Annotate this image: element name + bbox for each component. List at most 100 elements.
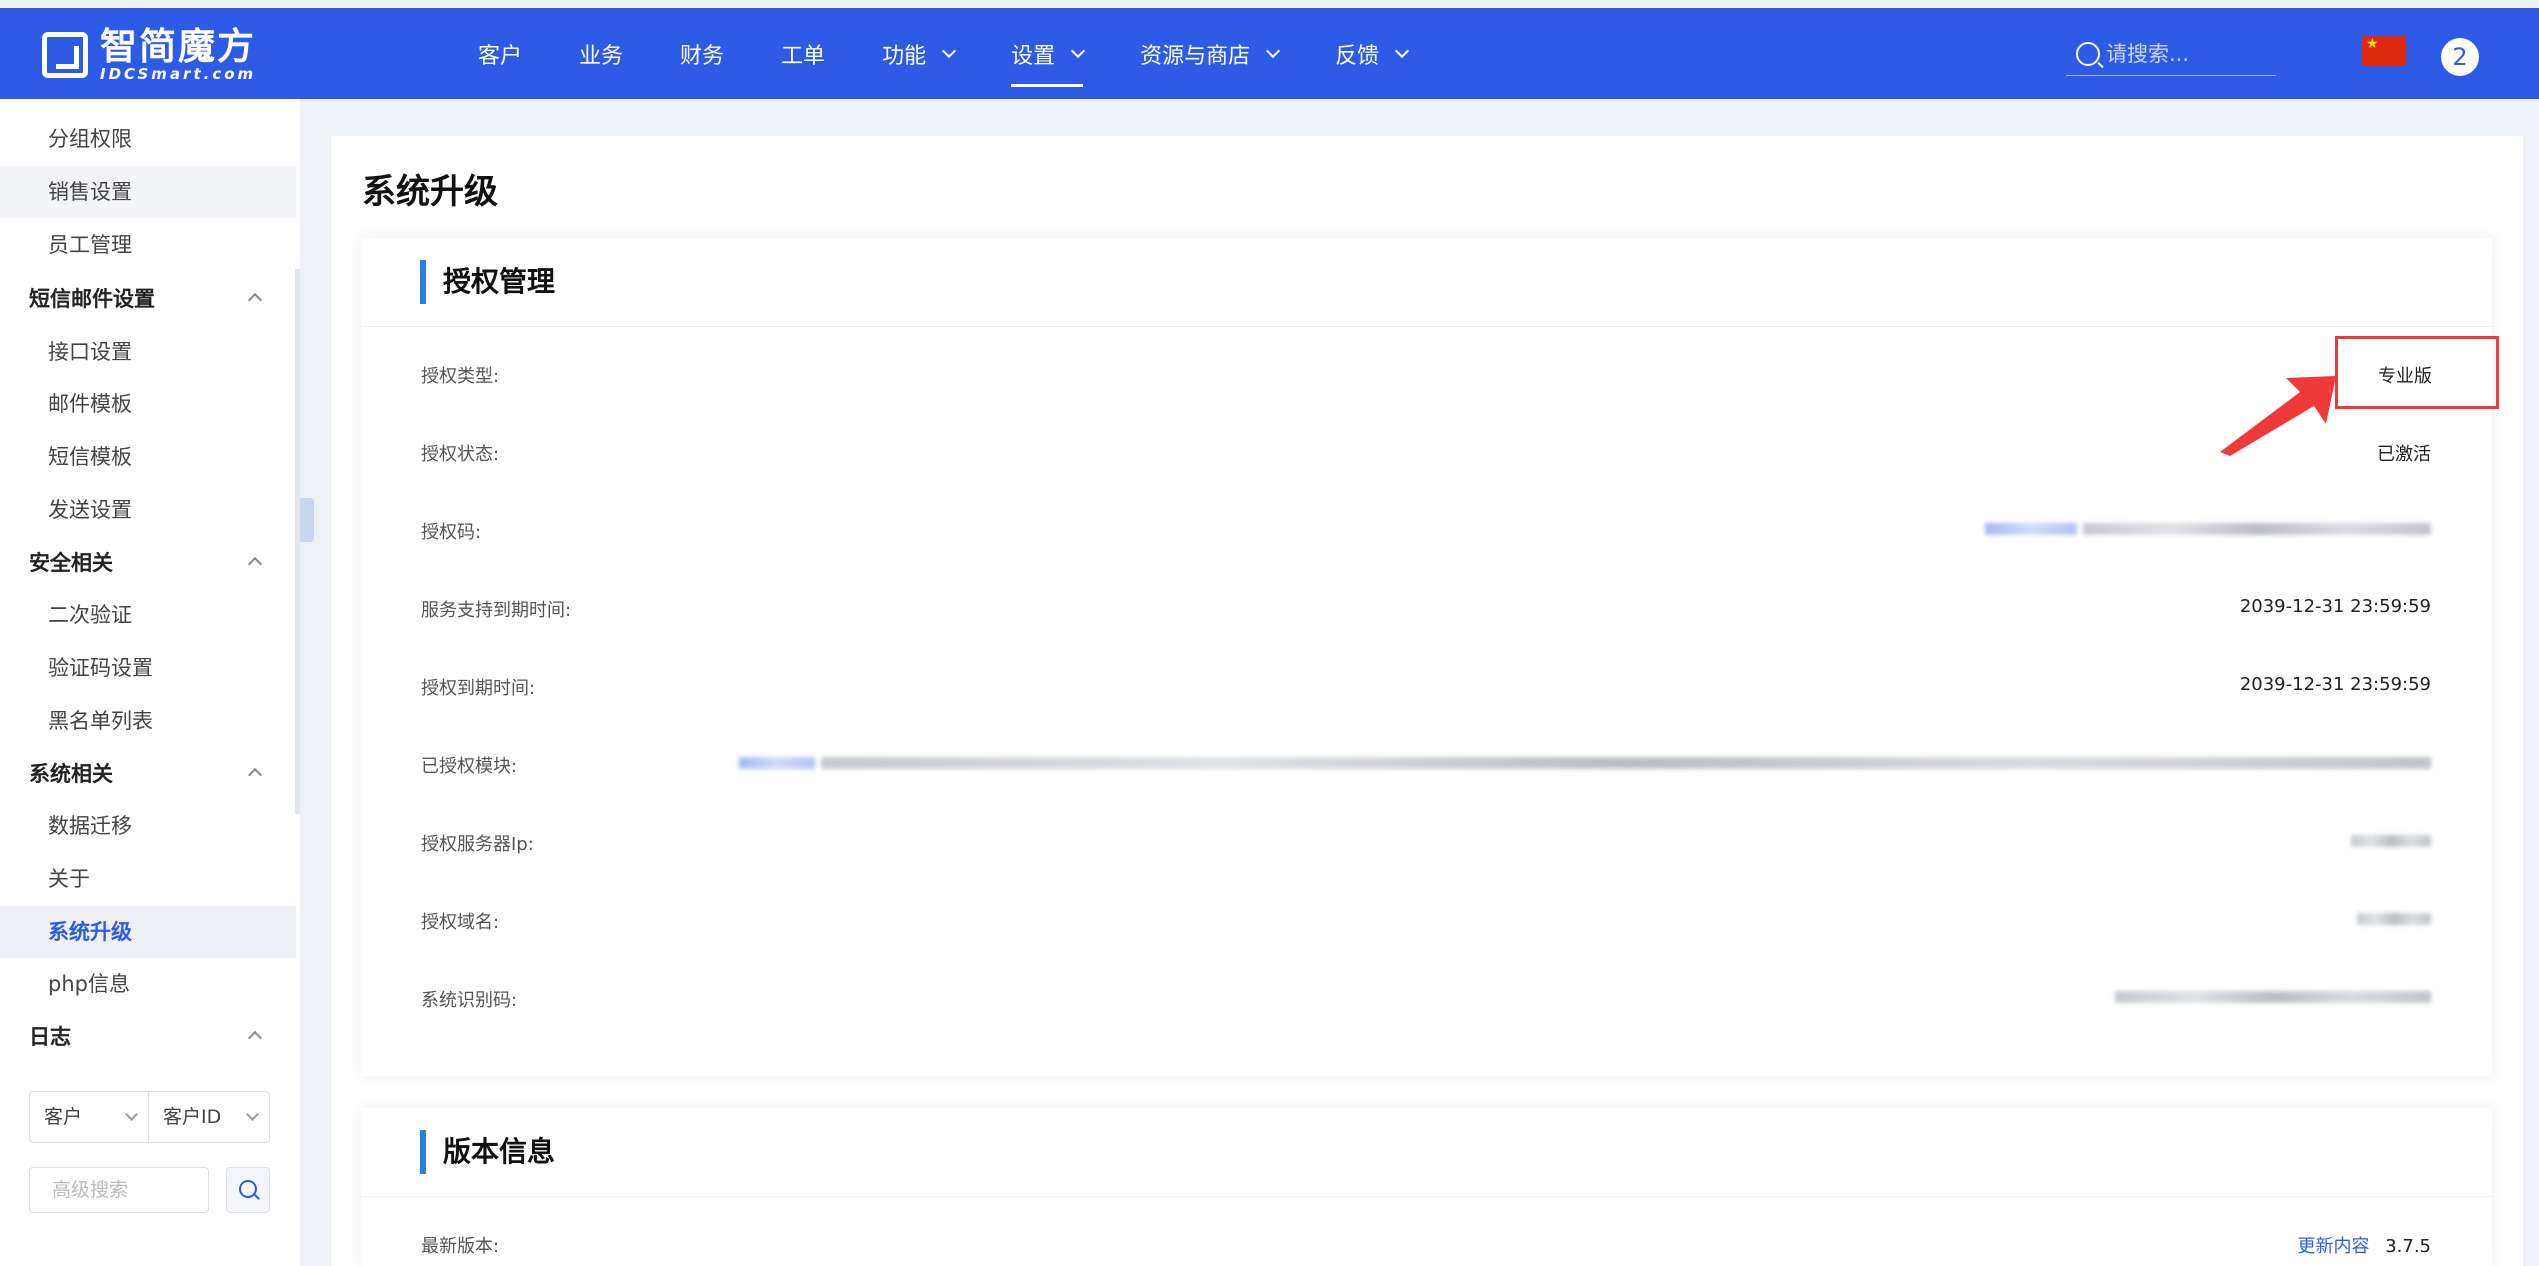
nav-label: 业务 — [579, 43, 624, 69]
nav-features[interactable]: 功能 — [882, 8, 957, 99]
license-domain-value — [2357, 908, 2431, 929]
license-section: 授权管理 授权类型: 专业版 授权状态: 已激活 授权码: 服务支持到期时间: … — [361, 238, 2492, 1076]
search-icon[interactable] — [2076, 41, 2100, 66]
sidebar-menu: 分组权限 销售设置 员工管理 短信邮件设置 接口设置 邮件模板 短信模板 发送设… — [0, 99, 300, 1059]
license-code-value — [1985, 518, 2431, 539]
advanced-search-input[interactable]: 高级搜索 — [29, 1167, 209, 1213]
version-section: 版本信息 最新版本: 更新内容 3.7.5 — [361, 1108, 2492, 1266]
sidebar-item-label: 黑名单列表 — [48, 709, 153, 733]
logo-domain: IDCSmart.com — [100, 65, 257, 83]
sidebar-item-php-info[interactable]: php信息 — [0, 958, 296, 1010]
top-navigation-bar: 智简魔方 IDCSmart.com 客户 业务 财务 工单 功能 设置 资源与商… — [0, 8, 2539, 99]
sidebar-group-security[interactable]: 安全相关 — [0, 537, 296, 589]
notification-badge[interactable]: 2 — [2441, 38, 2479, 76]
sidebar-item-sales-settings[interactable]: 销售设置 — [0, 166, 296, 218]
sidebar-item-staff[interactable]: 员工管理 — [0, 219, 296, 271]
chevron-up-icon — [247, 1030, 263, 1046]
sidebar-item-data-migration[interactable]: 数据迁移 — [0, 800, 296, 852]
nav-label: 资源与商店 — [1140, 43, 1251, 69]
chevron-up-icon — [247, 292, 263, 308]
license-status-label: 授权状态: — [421, 444, 500, 465]
advanced-search-button[interactable] — [226, 1167, 270, 1213]
license-expiry-label: 授权到期时间: — [421, 678, 536, 699]
chevron-down-icon — [1266, 43, 1281, 58]
search-input[interactable] — [2106, 41, 2266, 66]
redacted-text — [2351, 835, 2431, 847]
sidebar-item-label: 接口设置 — [48, 340, 132, 364]
sidebar-item-about[interactable]: 关于 — [0, 853, 296, 905]
license-type-label: 授权类型: — [421, 366, 500, 387]
section-heading: 版本信息 — [420, 1130, 555, 1174]
latest-version-label: 最新版本: — [421, 1236, 500, 1257]
license-code-label: 授权码: — [421, 522, 482, 543]
sidebar-item-label: 发送设置 — [48, 498, 132, 522]
nav-label: 设置 — [1011, 43, 1056, 69]
sidebar-item-label: 邮件模板 — [48, 392, 132, 416]
sidebar-item-label: 短信模板 — [48, 445, 132, 469]
nav-label: 功能 — [882, 43, 927, 69]
global-search — [2066, 32, 2276, 76]
nav-resources-store[interactable]: 资源与商店 — [1140, 8, 1281, 99]
nav-label: 财务 — [680, 43, 725, 69]
chevron-up-icon — [247, 556, 263, 572]
sidebar-group-label: 安全相关 — [29, 551, 113, 575]
brand-logo[interactable]: 智简魔方 IDCSmart.com — [42, 28, 257, 83]
logo-mark-icon — [42, 32, 88, 78]
sidebar-item-sms-templates[interactable]: 短信模板 — [0, 431, 296, 483]
sidebar-item-label: 验证码设置 — [48, 656, 153, 680]
nav-customers[interactable]: 客户 — [478, 8, 522, 99]
sidebar-group-label: 短信邮件设置 — [29, 287, 155, 311]
section-divider — [361, 1196, 2492, 1197]
nav-label: 反馈 — [1335, 43, 1380, 69]
sidebar-item-system-upgrade[interactable]: 系统升级 — [0, 906, 296, 958]
support-expiry-label: 服务支持到期时间: — [421, 600, 572, 621]
chevron-down-icon — [125, 1108, 138, 1121]
section-divider — [361, 326, 2492, 327]
search-icon — [239, 1180, 257, 1198]
license-status-value: 已激活 — [2377, 444, 2431, 465]
sidebar-group-logs[interactable]: 日志 — [0, 1011, 296, 1059]
redacted-text — [821, 757, 2431, 769]
sidebar-item-label: 关于 — [48, 867, 90, 891]
update-notes-link[interactable]: 更新内容 — [2297, 1236, 2369, 1257]
sidebar-item-2fa[interactable]: 二次验证 — [0, 589, 296, 641]
sidebar-item-api-settings[interactable]: 接口设置 — [0, 326, 296, 378]
redacted-text — [2115, 991, 2431, 1003]
system-id-value — [2115, 986, 2431, 1007]
sidebar-item-captcha[interactable]: 验证码设置 — [0, 642, 296, 694]
sidebar-item-label: php信息 — [48, 972, 130, 996]
license-server-ip-label: 授权服务器Ip: — [421, 834, 534, 855]
nav-business[interactable]: 业务 — [579, 8, 623, 99]
sidebar-group-system[interactable]: 系统相关 — [0, 748, 296, 800]
sidebar-item-blacklist[interactable]: 黑名单列表 — [0, 695, 296, 747]
sidebar-item-label: 分组权限 — [48, 127, 132, 151]
main-nav: 客户 业务 财务 工单 功能 设置 资源与商店 反馈 — [478, 8, 1464, 99]
nav-feedback[interactable]: 反馈 — [1335, 8, 1410, 99]
latest-version-value: 更新内容 3.7.5 — [2297, 1232, 2431, 1258]
sidebar-group-sms-email[interactable]: 短信邮件设置 — [0, 273, 296, 325]
sidebar-collapse-handle[interactable] — [300, 498, 314, 542]
nav-tickets[interactable]: 工单 — [781, 8, 825, 99]
chevron-down-icon — [1071, 43, 1086, 58]
chevron-down-icon — [246, 1108, 259, 1121]
sidebar-item-label: 员工管理 — [48, 233, 132, 257]
nav-label: 客户 — [478, 43, 523, 69]
nav-settings[interactable]: 设置 — [1011, 8, 1086, 99]
sidebar-item-label: 销售设置 — [48, 180, 132, 204]
redacted-text — [2357, 913, 2431, 925]
china-flag-icon[interactable] — [2362, 36, 2406, 66]
licensed-modules-value — [739, 752, 2431, 773]
nav-finance[interactable]: 财务 — [680, 8, 724, 99]
filter-field-select[interactable]: 客户ID — [148, 1091, 270, 1143]
sidebar-item-group-permissions[interactable]: 分组权限 — [0, 113, 296, 165]
sidebar-item-label: 系统升级 — [48, 920, 132, 944]
license-domain-label: 授权域名: — [421, 912, 500, 933]
select-value: 客户ID — [163, 1106, 222, 1128]
sidebar-item-send-settings[interactable]: 发送设置 — [0, 484, 296, 536]
sidebar-item-email-templates[interactable]: 邮件模板 — [0, 378, 296, 430]
redacted-text — [739, 757, 816, 769]
redacted-text — [1985, 523, 2078, 535]
section-heading: 授权管理 — [420, 260, 555, 304]
filter-type-select[interactable]: 客户 — [29, 1091, 149, 1143]
sidebar-group-label: 系统相关 — [29, 762, 113, 786]
